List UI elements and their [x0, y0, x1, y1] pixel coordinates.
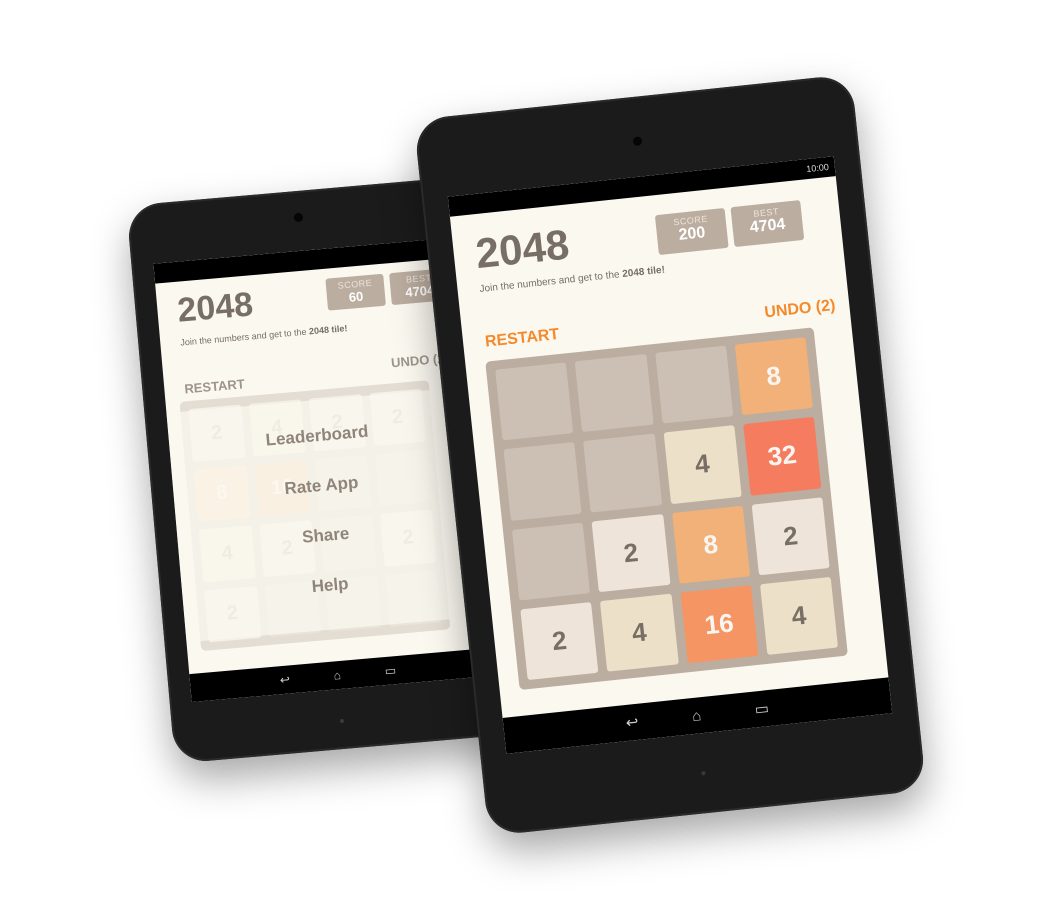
- game-board[interactable]: 8 4 32 2 8 2 2 4 16 4: [485, 327, 848, 690]
- menu-item-rate-app[interactable]: Rate App: [173, 463, 470, 509]
- menu-item-leaderboard[interactable]: Leaderboard: [169, 413, 466, 459]
- restart-button[interactable]: RESTART: [484, 326, 560, 352]
- game-title: 2048: [175, 285, 255, 330]
- home-nav-icon[interactable]: ⌂: [691, 707, 702, 725]
- tile: [503, 442, 582, 521]
- menu-overlay: Leaderboard Rate App Share Help: [166, 387, 482, 643]
- game-title: 2048: [473, 220, 572, 278]
- nav-bar: ↩ ⌂ ▭: [189, 648, 487, 703]
- score-box: SCORE 200: [654, 207, 729, 256]
- home-sensor: [339, 718, 345, 724]
- menu-item-help[interactable]: Help: [182, 563, 479, 609]
- tile: 8: [671, 505, 750, 584]
- status-time: 10:00: [805, 161, 830, 175]
- tile: [511, 521, 591, 601]
- tile: 32: [742, 417, 822, 496]
- tile: [654, 345, 734, 424]
- tile: 8: [734, 337, 813, 416]
- tile: 4: [663, 425, 742, 504]
- front-camera: [632, 136, 643, 147]
- tile: 4: [759, 576, 839, 655]
- menu-item-share[interactable]: Share: [177, 513, 474, 559]
- tile: [574, 353, 654, 433]
- tile: 2: [751, 496, 830, 576]
- subtitle-bold: 2048 tile!: [621, 264, 666, 280]
- front-camera: [293, 212, 304, 223]
- front-screen: 10:00 2048 SCORE 200 BEST 4704 Join the …: [447, 156, 893, 754]
- tile: [583, 433, 662, 513]
- restart-button[interactable]: RESTART: [184, 376, 246, 396]
- tile: [495, 362, 574, 441]
- score-box: SCORE 60: [325, 273, 386, 311]
- recents-nav-icon[interactable]: ▭: [754, 699, 770, 718]
- tile: 2: [591, 513, 671, 592]
- nav-bar: ↩ ⌂ ▭: [502, 677, 893, 754]
- home-nav-icon[interactable]: ⌂: [333, 668, 341, 683]
- tile: 4: [600, 593, 679, 672]
- home-sensor: [701, 771, 706, 776]
- tile: 2: [520, 601, 599, 681]
- subtitle-text: Join the numbers and get to the: [179, 326, 310, 348]
- undo-button[interactable]: UNDO (2): [764, 297, 837, 322]
- tile: 16: [679, 585, 759, 664]
- back-nav-icon[interactable]: ↩: [279, 672, 290, 687]
- front-tablet: 10:00 2048 SCORE 200 BEST 4704 Join the …: [413, 73, 927, 837]
- best-box: BEST 4704: [730, 200, 805, 248]
- subtitle-bold: 2048 tile!: [308, 323, 348, 337]
- recents-nav-icon[interactable]: ▭: [384, 663, 397, 678]
- back-nav-icon[interactable]: ↩: [625, 713, 639, 732]
